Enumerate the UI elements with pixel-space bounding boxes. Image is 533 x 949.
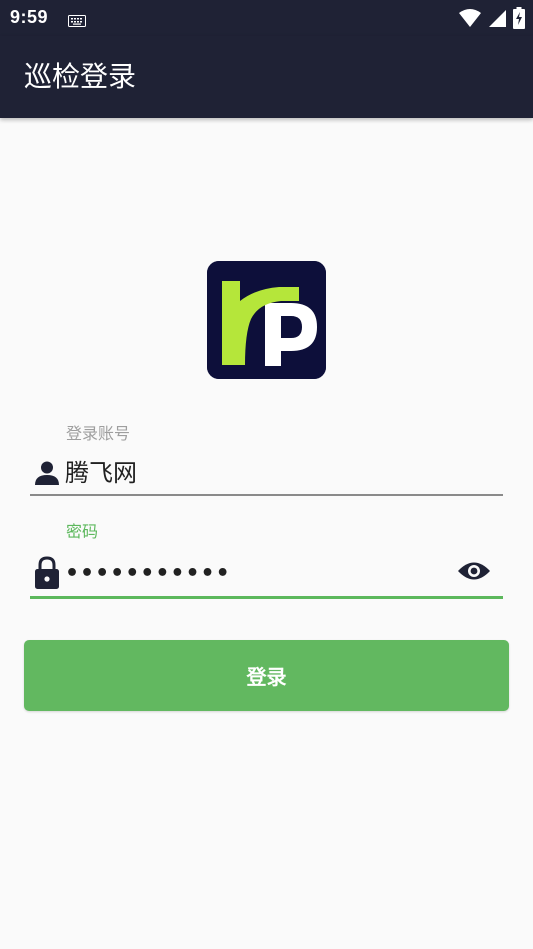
status-time: 9:59 bbox=[10, 7, 49, 27]
account-underline bbox=[30, 494, 503, 496]
app-logo bbox=[207, 261, 326, 379]
account-input[interactable]: 腾飞网 bbox=[65, 457, 137, 489]
account-field[interactable]: 登录账号 腾飞网 bbox=[30, 420, 503, 498]
password-label: 密码 bbox=[66, 522, 99, 541]
password-field[interactable]: 密码 ••••••••••• bbox=[30, 518, 503, 602]
page-title: 巡检登录 bbox=[24, 60, 137, 93]
wifi-icon bbox=[459, 9, 481, 27]
status-bar: 9:59 bbox=[0, 0, 533, 36]
account-label: 登录账号 bbox=[66, 424, 131, 443]
keyboard-icon bbox=[68, 12, 86, 31]
battery-charging-icon bbox=[513, 7, 525, 29]
app-bar: 巡检登录 bbox=[0, 36, 533, 118]
login-button-label: 登录 bbox=[246, 665, 287, 689]
person-icon bbox=[34, 460, 60, 490]
lock-icon bbox=[34, 556, 60, 594]
password-underline bbox=[30, 596, 503, 599]
login-button[interactable]: 登录 bbox=[24, 640, 509, 711]
password-input[interactable]: ••••••••••• bbox=[65, 560, 231, 588]
eye-icon[interactable] bbox=[457, 560, 491, 586]
cell-signal-icon bbox=[489, 10, 506, 27]
system-icons bbox=[459, 7, 525, 29]
